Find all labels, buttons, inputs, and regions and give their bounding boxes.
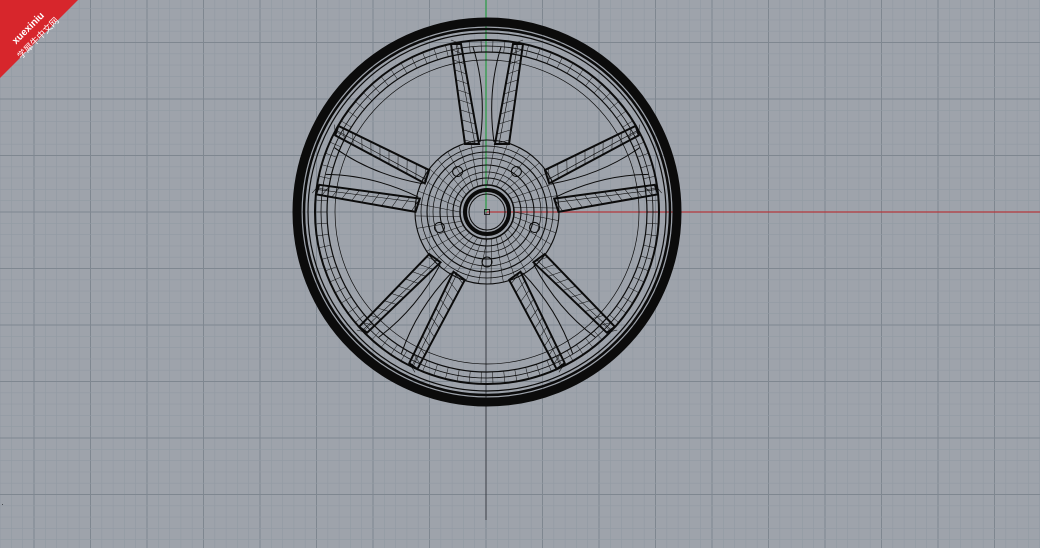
rim-mesh-line <box>633 276 645 283</box>
rim-mesh-line <box>329 276 341 283</box>
spoke-hatch <box>460 109 474 115</box>
spoke-arm <box>314 183 422 214</box>
rim-mesh-line <box>546 360 552 372</box>
spoke-hatch <box>456 79 469 85</box>
spoke-arm <box>493 43 525 145</box>
hub-mesh-line <box>507 229 537 265</box>
spoke-hatch <box>498 119 512 125</box>
spoke-hatch <box>496 129 511 135</box>
spoke-hatch <box>463 129 478 135</box>
rim-mesh-line <box>380 337 389 348</box>
rim-mesh-line <box>422 360 428 372</box>
rim-mesh-line <box>335 286 346 293</box>
wheel-rim-wireframe[interactable] <box>0 0 1040 548</box>
rim-ring <box>307 32 667 392</box>
rim-mesh-line <box>390 69 398 80</box>
rim-mesh-line <box>585 337 594 348</box>
rim-mesh-line <box>411 57 418 69</box>
wheel-geometry <box>292 17 682 407</box>
spoke-hatch <box>462 119 476 125</box>
rim-mesh-line <box>616 305 627 314</box>
hub-ring <box>426 151 548 273</box>
rim-mesh-line <box>347 305 358 314</box>
center-bore-ring <box>463 188 511 236</box>
rim-mesh-line <box>622 296 633 304</box>
rim-mesh-line <box>325 266 337 272</box>
rim-mesh-line <box>622 120 633 128</box>
rim-mesh-line <box>637 152 649 158</box>
lug-bolt <box>510 166 522 178</box>
rim-mesh-line <box>341 296 352 304</box>
rim-mesh-line <box>380 76 389 87</box>
rim-mesh-line <box>347 110 358 119</box>
rim-mesh-line <box>556 57 563 69</box>
viewport-corner-mark: · <box>1 499 4 509</box>
hub-ring <box>439 164 535 260</box>
rim-mesh-line <box>341 120 352 128</box>
rim-mesh-line <box>576 344 584 355</box>
rim-mesh-line <box>355 101 365 110</box>
hub-ring <box>432 157 542 267</box>
spoke-arm <box>507 270 566 371</box>
spoke-arm <box>552 183 660 214</box>
center-point <box>484 209 490 215</box>
rim-mesh-line <box>633 141 645 148</box>
lug-bolt <box>452 166 464 178</box>
hub-ring <box>414 139 560 285</box>
rim-mesh-line <box>325 152 337 158</box>
rim-mesh-line <box>400 62 408 74</box>
hub-mesh-line <box>437 159 467 195</box>
spoke-arm <box>408 270 467 371</box>
spoke-arm <box>449 43 481 145</box>
spoke <box>481 252 618 373</box>
spoke-hatch <box>564 197 573 210</box>
rim-mesh-line <box>585 76 594 87</box>
viewport-front[interactable]: · <box>0 0 1040 548</box>
spoke-hatch <box>401 197 410 210</box>
hub-mesh-line <box>434 232 470 262</box>
rim-mesh-line <box>628 286 639 293</box>
spoke-hatch <box>505 79 518 85</box>
spoke-hatch <box>502 99 515 105</box>
rim-mesh-line <box>576 69 584 80</box>
spoke-hatch <box>459 99 472 105</box>
rim-mesh-line <box>422 52 428 64</box>
spoke-hatch <box>457 89 471 95</box>
rim-mesh-line <box>637 266 649 272</box>
rim-outer-band <box>292 17 682 407</box>
center-bore-inner <box>468 193 506 231</box>
spoke-hatch <box>503 89 517 95</box>
hub-cap-ring <box>459 184 515 240</box>
rim-mesh-line <box>546 52 552 64</box>
rim-mesh-line <box>566 62 574 74</box>
spoke-channel <box>472 46 502 143</box>
spoke-hatch <box>500 109 514 115</box>
hub-ring <box>420 145 554 279</box>
rim-mesh-line <box>609 101 619 110</box>
hub-mesh-line <box>504 162 540 192</box>
rim-lip-ring <box>302 27 672 397</box>
rim-mesh-line <box>390 344 398 355</box>
rim-mesh-line <box>329 141 341 148</box>
rim-mesh-line <box>616 110 627 119</box>
